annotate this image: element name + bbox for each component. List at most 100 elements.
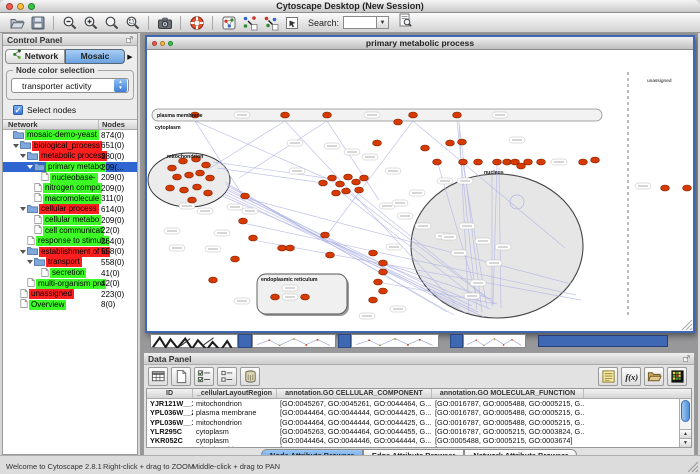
background-window-fragment[interactable] <box>238 334 252 348</box>
tree-row[interactable]: multi-organism pro42(0) <box>3 278 137 289</box>
column-header[interactable]: annotation.GO CELLULAR_COMPONENT <box>277 389 432 398</box>
graph-node[interactable] <box>459 159 468 165</box>
zoom-button[interactable] <box>168 41 173 46</box>
tree-row[interactable]: macromolecule311(0) <box>3 194 137 205</box>
expand-arrow-icon[interactable] <box>27 165 33 169</box>
column-header[interactable]: _cellularLayoutRegion <box>193 389 277 398</box>
scroll-down-button[interactable]: ▼ <box>680 438 691 447</box>
graph-node[interactable] <box>180 187 189 193</box>
graph-node[interactable] <box>433 159 442 165</box>
graph-node[interactable] <box>379 269 388 275</box>
graph-node[interactable] <box>394 119 403 125</box>
graph-node[interactable] <box>446 140 455 146</box>
graph-node[interactable] <box>323 112 332 118</box>
graph-edge[interactable] <box>207 121 285 170</box>
network-graph-canvas[interactable]: plasma membranecytoplasmmitochondrionnuc… <box>147 50 693 331</box>
close-button[interactable] <box>152 41 157 46</box>
tree-row[interactable]: mosaic-demo-yeast874(0) <box>3 130 137 141</box>
graph-node[interactable] <box>185 172 194 178</box>
background-window-fragment[interactable] <box>450 334 463 348</box>
tree-row[interactable]: Overview8(0) <box>3 300 137 311</box>
graph-node[interactable] <box>579 159 588 165</box>
graph-node[interactable] <box>326 252 335 258</box>
graph-node[interactable] <box>379 260 388 266</box>
graph-node[interactable] <box>301 294 310 300</box>
search-input[interactable] <box>343 16 377 29</box>
graph-node[interactable] <box>286 245 295 251</box>
graph-node[interactable] <box>281 112 290 118</box>
graph-node[interactable] <box>360 175 369 181</box>
graph-node[interactable] <box>166 185 175 191</box>
graph-node[interactable] <box>319 180 328 186</box>
tree-row[interactable]: secretion41(0) <box>3 268 137 279</box>
expand-arrow-icon[interactable] <box>20 250 26 254</box>
graph-node[interactable] <box>193 184 202 190</box>
graph-node[interactable] <box>271 294 280 300</box>
tree-row[interactable]: nitrogen compo209(0) <box>3 183 137 194</box>
column-header[interactable]: ID <box>147 389 193 398</box>
graph-node[interactable] <box>209 277 218 283</box>
graph-node[interactable] <box>524 159 533 165</box>
expand-arrow-icon[interactable] <box>27 260 33 264</box>
graph-edge[interactable] <box>327 121 379 200</box>
background-window-fragment[interactable] <box>351 334 439 348</box>
graph-node[interactable] <box>409 112 418 118</box>
graph-node[interactable] <box>373 140 382 146</box>
tree-row[interactable]: cellular process614(0) <box>3 204 137 215</box>
graph-node[interactable] <box>202 162 211 168</box>
background-window-fragment[interactable] <box>252 334 336 348</box>
tree-row[interactable]: cellular metabo209(0) <box>3 215 137 226</box>
zoom-fit-icon[interactable] <box>103 14 120 31</box>
attr-table-icon[interactable] <box>148 367 168 386</box>
graph-node[interactable] <box>493 159 502 165</box>
graph-node[interactable] <box>344 174 353 180</box>
background-window-fragment[interactable] <box>538 335 668 347</box>
tree-row[interactable]: transport558(0) <box>3 257 137 268</box>
graph-node[interactable] <box>453 112 462 118</box>
table-row[interactable]: YKR052Ccytoplasm[GO:0044464, GO:0044446,… <box>147 436 691 445</box>
table-row[interactable]: YPL036W__2plasma membrane[GO:0044464, GO… <box>147 408 691 417</box>
formula-icon[interactable]: f(x) <box>621 367 641 386</box>
minimize-button[interactable] <box>17 3 24 10</box>
background-window-fragment[interactable] <box>338 334 351 348</box>
attr-list-small-icon[interactable] <box>217 367 237 386</box>
select-attributes-icon[interactable] <box>194 367 214 386</box>
graph-node[interactable] <box>168 165 177 171</box>
tab-mosaic[interactable]: Mosaic <box>65 49 125 64</box>
graph-node[interactable] <box>355 187 364 193</box>
graph-node[interactable] <box>352 179 361 185</box>
network-view-window[interactable]: primary metabolic process plasma membran… <box>145 35 695 333</box>
graph-node[interactable] <box>503 159 512 165</box>
table-row[interactable]: YDR039C__1mitochondrion[GO:0044464, GO:0… <box>147 445 691 448</box>
tree-row[interactable]: cell communicat22(0) <box>3 225 137 236</box>
scroll-up-button[interactable]: ▲ <box>680 429 691 438</box>
network-overview-icon[interactable] <box>220 14 237 31</box>
graph-node[interactable] <box>336 181 345 187</box>
column-header[interactable]: annotation.GO MOLECULAR_FUNCTION <box>432 389 584 398</box>
graph-node[interactable] <box>241 193 250 199</box>
graph-node[interactable] <box>188 197 197 203</box>
graph-node[interactable] <box>369 250 378 256</box>
node-color-dropdown[interactable]: transporter activity ▲▼ <box>11 78 129 93</box>
graph-node[interactable] <box>173 174 182 180</box>
tree-row[interactable]: establishment of lo558(0) <box>3 247 137 258</box>
delete-attr-icon[interactable] <box>240 367 260 386</box>
float-panel-icon[interactable] <box>125 35 134 46</box>
graph-node[interactable] <box>342 188 351 194</box>
new-doc-icon[interactable] <box>171 367 191 386</box>
layout-b-icon[interactable] <box>262 14 279 31</box>
scrollbar-thumb[interactable] <box>681 400 690 422</box>
graph-node[interactable] <box>278 245 287 251</box>
tree-row[interactable]: metabolic process280(0) <box>3 151 137 162</box>
zoom-out-icon[interactable] <box>61 14 78 31</box>
zoom-button[interactable] <box>28 3 35 10</box>
layout-a-icon[interactable] <box>241 14 258 31</box>
tree-row[interactable]: unassigned223(0) <box>3 289 137 300</box>
save-icon[interactable] <box>29 14 46 31</box>
graph-node[interactable] <box>369 297 378 303</box>
table-row[interactable]: YPL036W__1mitochondrion[GO:0044464, GO:0… <box>147 418 691 427</box>
tab-network[interactable]: Network <box>5 49 65 64</box>
graph-node[interactable] <box>683 185 692 191</box>
tree-row[interactable]: response to stimulu264(0) <box>3 236 137 247</box>
graph-node[interactable] <box>249 235 258 241</box>
